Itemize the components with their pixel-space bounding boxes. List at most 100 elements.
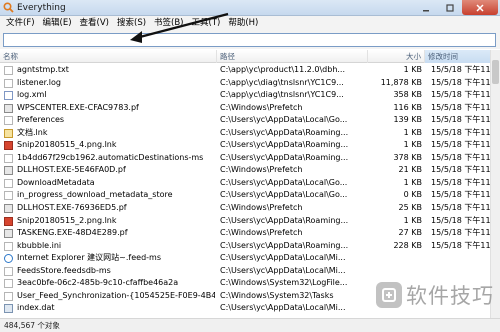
file-icon-glyph [4, 266, 13, 276]
prefetch-file-icon [4, 229, 13, 239]
file-name: kbubble.ini [17, 240, 62, 250]
prefetch-file-icon-glyph [4, 166, 13, 176]
results-rows: agntstmp.txt C:\app\yc\product\11.2.0\dbh… [0, 64, 500, 315]
database-file-icon-glyph [4, 304, 13, 314]
file-size: 1 KB [403, 177, 422, 187]
scrollbar-thumb[interactable] [492, 60, 499, 84]
image-file-icon-glyph [4, 141, 13, 151]
watermark: 软件技巧 [376, 279, 494, 311]
menu-file[interactable]: 文件(F) [2, 17, 39, 30]
menu-help[interactable]: 帮助(H) [224, 17, 262, 30]
result-row[interactable]: DLLHOST.EXE-76936ED5.pf C:\Windows\Prefet… [0, 202, 500, 215]
file-size: 228 KB [393, 240, 422, 250]
file-path: C:\Windows\Prefetch [220, 228, 303, 238]
file-icon-glyph [4, 116, 13, 126]
file-size: 358 KB [393, 90, 422, 100]
file-name: Preferences [17, 115, 65, 125]
maximize-icon [446, 3, 454, 12]
file-size: 1 KB [403, 127, 422, 137]
maximize-button[interactable] [438, 0, 462, 15]
prefetch-file-icon [4, 103, 13, 113]
file-icon [4, 191, 13, 201]
file-name: WPSCENTER.EXE-CFAC9783.pf [17, 102, 139, 112]
image-file-icon [4, 141, 13, 151]
result-row[interactable]: DownloadMetadata C:\Users\yc\AppData\Loca… [0, 177, 500, 190]
result-row[interactable]: log.xml C:\app\yc\diag\tnslsnr\YC1C9... 35… [0, 89, 500, 102]
file-path: C:\Users\yc\AppData\Roaming... [220, 127, 349, 137]
result-row[interactable]: kbubble.ini C:\Users\yc\AppData\Roaming..… [0, 240, 500, 253]
file-name: FeedsStore.feedsdb-ms [17, 265, 111, 275]
file-path: C:\Users\yc\AppData\Local\Go... [220, 115, 348, 125]
result-row[interactable]: Snip20180515_4.png.lnk C:\Users\yc\AppDat… [0, 139, 500, 152]
menu-search[interactable]: 搜索(S) [113, 17, 150, 30]
file-size: 378 KB [393, 152, 422, 162]
file-path: C:\Users\yc\AppData\Local\Mi... [220, 303, 346, 313]
text-file-icon-glyph [4, 66, 13, 75]
watermark-glyph-icon [382, 288, 396, 302]
results-list[interactable]: 名称 路径 大小 修改时间 agntstmp.txt C:\app\yc\prod… [0, 50, 500, 318]
menu-view[interactable]: 查看(V) [76, 17, 113, 30]
file-icon-glyph [4, 291, 13, 301]
result-row[interactable]: WPSCENTER.EXE-CFAC9783.pf C:\Windows\Pref… [0, 102, 500, 115]
object-count: 484,567 个对象 [4, 321, 60, 330]
text-file-icon [4, 66, 13, 75]
prefetch-file-icon-glyph [4, 103, 13, 113]
search-bar [0, 31, 500, 49]
column-date-header[interactable]: 修改时间 [425, 50, 500, 63]
file-name: listener.log [17, 77, 61, 87]
file-path: C:\Windows\Prefetch [220, 203, 303, 213]
search-input[interactable] [3, 33, 496, 47]
result-row[interactable]: in_progress_download_metadata_store C:\Us… [0, 189, 500, 202]
file-size: 0 KB [403, 190, 422, 200]
file-size: 1 KB [403, 215, 422, 225]
minimize-icon [423, 9, 429, 11]
result-row[interactable]: 1b4dd67f29cb1962.automaticDestinations-m… [0, 152, 500, 165]
file-icon [4, 291, 13, 301]
file-icon [4, 178, 13, 188]
file-path: C:\Users\yc\AppData\Local\Mi... [220, 265, 346, 275]
close-button[interactable] [462, 0, 498, 15]
result-row[interactable]: Snip20180515_2.png.lnk C:\Users\yc\AppDat… [0, 215, 500, 228]
file-size: 21 KB [398, 165, 422, 175]
xml-file-icon-glyph [4, 91, 13, 101]
result-row[interactable]: Internet Explorer 建议网站~.feed-ms C:\Users\… [0, 252, 500, 265]
file-name: index.dat [17, 303, 55, 313]
file-name: DLLHOST.EXE-76936ED5.pf [17, 203, 127, 213]
ie-feed-icon [4, 254, 13, 264]
xml-file-icon [4, 91, 13, 101]
database-file-icon [4, 304, 13, 314]
file-path: C:\app\yc\diag\tnslsnr\YC1C9... [220, 90, 344, 100]
file-path: C:\Windows\System32\LogFile... [220, 278, 348, 288]
ie-feed-icon-glyph [4, 254, 13, 264]
file-path: C:\Users\yc\AppData\Local\Go... [220, 177, 348, 187]
column-path-header[interactable]: 路径 [217, 50, 368, 63]
vertical-scrollbar[interactable] [490, 50, 500, 318]
result-row[interactable]: listener.log C:\app\yc\diag\tnslsnr\YC1C9… [0, 77, 500, 90]
column-date-label: 修改时间 [428, 52, 458, 61]
menu-bookmarks[interactable]: 书签(B) [150, 17, 187, 30]
file-path: C:\Windows\Prefetch [220, 102, 303, 112]
file-size: 11,878 KB [380, 77, 422, 87]
file-size: 116 KB [393, 102, 422, 112]
result-row[interactable]: DLLHOST.EXE-5E46FA0D.pf C:\Windows\Prefet… [0, 164, 500, 177]
file-icon-glyph [4, 191, 13, 201]
minimize-button[interactable] [414, 0, 438, 15]
menu-edit[interactable]: 编辑(E) [39, 17, 76, 30]
menu-tools[interactable]: 工具(T) [188, 17, 225, 30]
result-row[interactable]: 文档.lnk C:\Users\yc\AppData\Roaming... 1 KB… [0, 127, 500, 140]
watermark-logo-icon [376, 282, 402, 308]
file-icon [4, 153, 13, 163]
result-row[interactable]: agntstmp.txt C:\app\yc\product\11.2.0\dbh… [0, 64, 500, 77]
shortcut-file-icon [4, 128, 13, 138]
column-size-label: 大小 [406, 52, 421, 61]
file-path: C:\Users\yc\AppData\Roaming... [220, 140, 349, 150]
column-size-header[interactable]: 大小 [368, 50, 425, 63]
file-name: Internet Explorer 建议网站~.feed-ms [17, 253, 161, 263]
file-size: 25 KB [398, 203, 422, 213]
prefetch-file-icon [4, 204, 13, 214]
result-row[interactable]: TASKENG.EXE-48D4E289.pf C:\Windows\Prefet… [0, 227, 500, 240]
column-name-header[interactable]: 名称 [0, 50, 217, 63]
result-row[interactable]: FeedsStore.feedsdb-ms C:\Users\yc\AppData… [0, 265, 500, 278]
close-icon [476, 3, 484, 12]
result-row[interactable]: Preferences C:\Users\yc\AppData\Local\Go.… [0, 114, 500, 127]
